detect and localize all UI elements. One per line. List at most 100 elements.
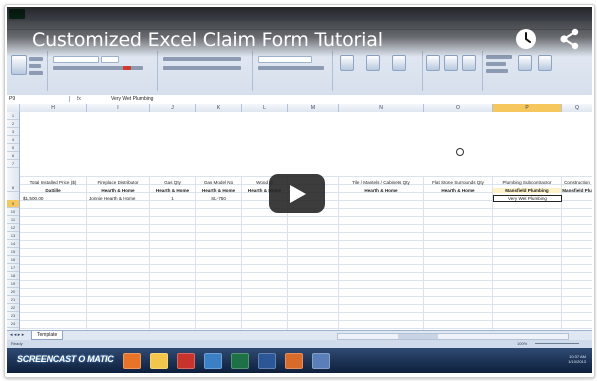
column-header[interactable]: N [339, 104, 424, 112]
header-cell[interactable]: Hearth & Home [196, 188, 241, 193]
row-header[interactable]: 15 [7, 248, 19, 256]
column-header[interactable]: H [20, 104, 87, 112]
row-header[interactable]: 21 [7, 296, 19, 304]
row-header[interactable]: 16 [7, 256, 19, 264]
video-player[interactable]: P9 fx Very Wet Plumbing H I J K L M N O … [7, 7, 592, 373]
row-header[interactable]: 17 [7, 264, 19, 272]
column-header[interactable]: O [424, 104, 493, 112]
column-header-selected[interactable]: P [493, 104, 562, 112]
row-header[interactable]: 10 [7, 208, 19, 216]
header-cell[interactable]: Hearth & Home [150, 188, 195, 193]
ribbon-group-font [47, 51, 158, 91]
row-header[interactable]: 14 [7, 240, 19, 248]
format-cells-icon[interactable] [462, 55, 476, 71]
formula-value[interactable]: Very Wet Plumbing [111, 96, 153, 102]
header-cell[interactable]: Gas Qty [150, 180, 195, 185]
column-header[interactable]: M [288, 104, 339, 112]
ribbon-group-number [252, 51, 333, 91]
paste-icon[interactable] [11, 55, 27, 75]
find-select-icon[interactable] [538, 55, 552, 71]
row-header[interactable]: 24 [7, 320, 19, 328]
row-header[interactable]: 2 [7, 120, 19, 128]
data-cell[interactable]: Jonnie Hearth & Home [89, 196, 147, 201]
zoom-slider[interactable] [535, 343, 579, 344]
data-cell[interactable]: 1 [150, 196, 195, 201]
row-header[interactable]: 8 [7, 184, 19, 192]
header-cell[interactable]: Flat Stone Surrounds Qty [424, 180, 492, 185]
row-header[interactable]: 11 [7, 216, 19, 224]
row-header[interactable]: 3 [7, 128, 19, 136]
row-header[interactable]: 20 [7, 288, 19, 296]
horizontal-scrollbar[interactable] [337, 333, 569, 340]
video-embed-frame: P9 fx Very Wet Plumbing H I J K L M N O … [4, 4, 595, 378]
taskbar-app-icon[interactable] [285, 353, 303, 369]
video-title[interactable]: Customized Excel Claim Form Tutorial [32, 29, 383, 51]
taskbar-word-icon[interactable] [258, 353, 276, 369]
column-header[interactable]: L [242, 104, 288, 112]
cell-styles-icon[interactable] [392, 55, 406, 71]
status-bar: Ready 100% [7, 340, 592, 348]
ribbon-group-alignment [157, 51, 253, 91]
zoom-level[interactable]: 100% [517, 341, 527, 346]
row-header[interactable]: 1 [7, 112, 19, 120]
header-cell[interactable]: Construction [562, 180, 592, 185]
row-headers: 1 2 3 4 5 6 7 8 9 10 11 12 13 14 15 16 1… [7, 112, 20, 330]
row-header[interactable]: 22 [7, 304, 19, 312]
taskbar-acrobat-icon[interactable] [177, 353, 195, 369]
header-cell[interactable]: Hearth & Home [339, 188, 423, 193]
windows-taskbar: SCREENCAST O MATIC 10:37 AM 1/10/2013 [7, 348, 592, 373]
name-box[interactable]: P9 [9, 96, 70, 102]
cell-grid[interactable]: Total Installed Price ($) DaSille Firepl… [20, 112, 592, 330]
row-header[interactable]: 18 [7, 272, 19, 280]
insert-cells-icon[interactable] [426, 55, 440, 71]
taskbar-app-icon[interactable] [123, 353, 141, 369]
row-header[interactable]: 6 [7, 152, 19, 160]
play-button[interactable] [269, 174, 325, 213]
sheet-tab-template[interactable]: Template [31, 331, 64, 340]
row-header[interactable]: 12 [7, 224, 19, 232]
column-header[interactable]: I [87, 104, 150, 112]
header-cell[interactable]: Plumbing Subcontractor [493, 180, 561, 185]
data-cell[interactable]: SL-750 [196, 196, 241, 201]
clock-icon[interactable] [515, 28, 537, 50]
column-header[interactable]: Q [562, 104, 592, 112]
header-cell[interactable]: Hearth & Home [424, 188, 492, 193]
delete-cells-icon[interactable] [444, 55, 458, 71]
row-header[interactable]: 4 [7, 136, 19, 144]
row-header[interactable]: 7 [7, 160, 19, 168]
header-cell[interactable]: Gas Model No [196, 180, 241, 185]
conditional-formatting-icon[interactable] [340, 55, 354, 71]
column-header[interactable]: K [196, 104, 242, 112]
header-cell-selected-column[interactable]: Mansfield Plumbing [493, 188, 561, 193]
row-header[interactable]: 19 [7, 280, 19, 288]
taskbar-app-icon[interactable] [312, 353, 330, 369]
ribbon-group-styles [332, 51, 423, 91]
scrollbar-thumb[interactable] [398, 334, 438, 339]
taskbar-folder-icon[interactable] [150, 353, 168, 369]
sort-filter-icon[interactable] [518, 55, 532, 71]
taskbar-excel-icon[interactable] [231, 353, 249, 369]
taskbar-app-icon[interactable] [204, 353, 222, 369]
share-icon[interactable] [558, 28, 580, 50]
header-cell[interactable]: Hearth & Home [87, 188, 149, 193]
sheet-nav-arrows-icon[interactable]: ◂ ◂ ▸ ▸ [10, 332, 24, 338]
row-header[interactable]: 5 [7, 144, 19, 152]
play-icon [290, 185, 306, 203]
ribbon-group-editing [482, 51, 562, 91]
status-ready: Ready [11, 341, 23, 346]
active-cell[interactable]: Very Wet Plumbing [493, 195, 562, 202]
header-cell[interactable]: Mansfield Plu [562, 188, 592, 193]
header-cell[interactable]: Tile / Mantels / Cabinets Qty [339, 180, 423, 185]
select-all-corner[interactable] [7, 104, 20, 112]
row-header-selected[interactable]: 9 [7, 200, 19, 208]
ribbon-group-cells [422, 51, 483, 91]
header-cell[interactable]: Fireplace Distributor [87, 180, 149, 185]
header-cell[interactable]: Total Installed Price ($) [20, 180, 86, 185]
row-header[interactable]: 13 [7, 232, 19, 240]
header-cell[interactable]: DaSille [20, 188, 86, 193]
data-cell[interactable]: $1,500.00 [23, 196, 85, 201]
format-as-table-icon[interactable] [366, 55, 380, 71]
row-header[interactable]: 23 [7, 312, 19, 320]
tray-date[interactable]: 1/10/2013 [568, 359, 586, 364]
column-header[interactable]: J [150, 104, 196, 112]
